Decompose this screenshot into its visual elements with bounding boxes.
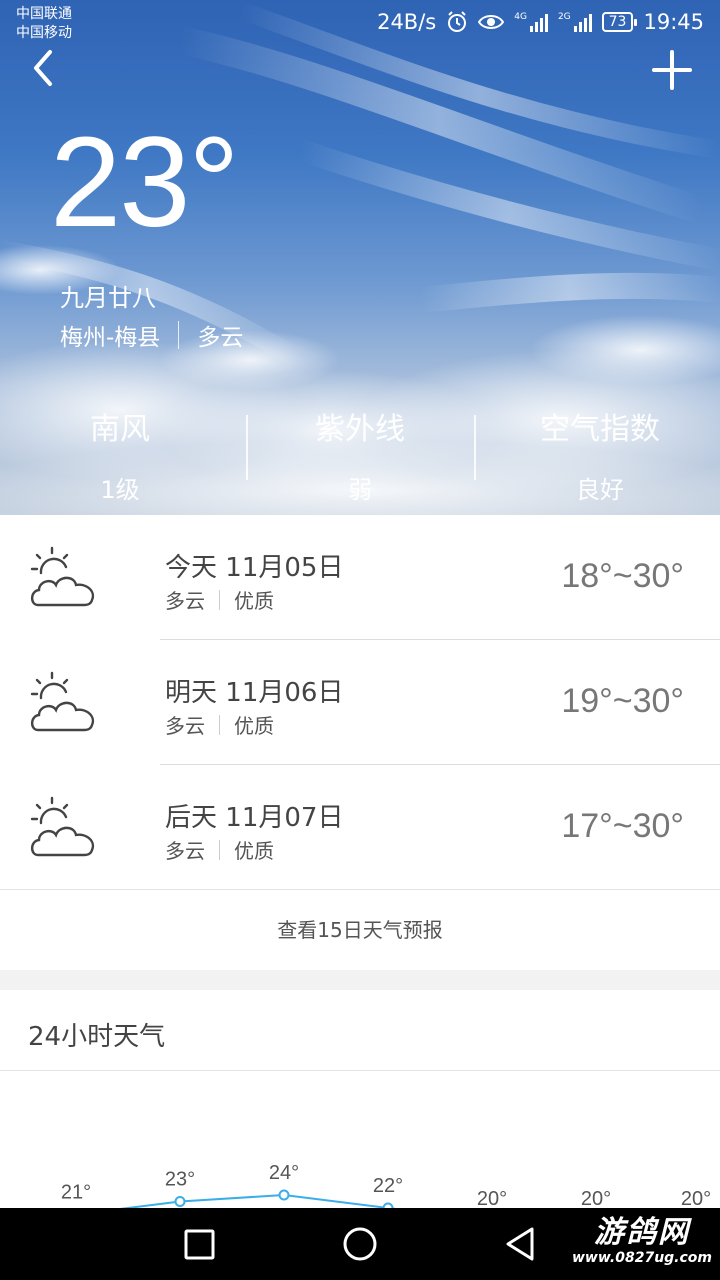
index-wind: 南风 1级: [0, 400, 240, 504]
eye-comfort-icon: [478, 15, 505, 29]
watermark-logo: 游鸽网 www.0827ug.com: [572, 1215, 712, 1267]
forecast-row-day-after[interactable]: 后天 11月07日 多云 优质 17°~30°: [0, 765, 720, 890]
forecast-row-tomorrow[interactable]: 明天 11月06日 多云 优质 19°~30°: [0, 640, 720, 765]
status-indicators: 24B/s 4G 2G 73 19:45: [377, 10, 704, 34]
index-value: 弱: [348, 476, 372, 504]
hourly-temp-label: 20°: [681, 1188, 711, 1210]
divider: [219, 589, 220, 610]
forecast-date: 11月05日: [225, 553, 344, 583]
index-value: 良好: [576, 476, 624, 504]
battery-icon: 73: [601, 12, 638, 32]
carrier-names: 中国联通 中国移动: [16, 5, 72, 43]
hourly-weather-card: 24小时天气 21° 23° 24° 22° 20° 20° 20°: [0, 990, 720, 1210]
forecast-day: 后天: [165, 803, 218, 833]
forecast-air-quality: 优质: [234, 839, 274, 863]
partly-cloudy-icon: [30, 796, 95, 857]
forecast-day-title: 今天 11月05日: [165, 547, 343, 584]
current-condition: 多云: [197, 325, 244, 351]
index-uv: 紫外线 弱: [240, 400, 480, 504]
forecast-temp-range: 18°~30°: [561, 557, 684, 595]
add-city-icon[interactable]: [650, 48, 694, 92]
hourly-temp-label: 20°: [581, 1188, 611, 1210]
system-navigation-bar: 游鸽网 www.0827ug.com: [0, 1208, 720, 1280]
lunar-date: 九月廿八: [60, 284, 156, 312]
forecast-condition: 多云: [165, 589, 205, 613]
hourly-temp-point: [278, 1189, 290, 1201]
divider: [246, 415, 248, 480]
index-value: 1级: [100, 476, 140, 504]
view-15-day-forecast-link[interactable]: 查看15日天气预报: [0, 890, 720, 970]
forecast-condition: 多云: [165, 714, 205, 738]
current-temperature: 23°: [50, 111, 240, 254]
forecast-day-title: 后天 11月07日: [165, 797, 343, 834]
weather-hero: 中国联通 中国移动 24B/s 4G 2G 73 19:45 23° 九月廿八 …: [0, 0, 720, 515]
back-triangle-icon[interactable]: [480, 1208, 560, 1280]
forecast-day: 今天: [165, 553, 218, 583]
index-title: 紫外线: [315, 412, 405, 447]
forecast-temp-range: 19°~30°: [561, 682, 684, 720]
index-air-quality: 空气指数 良好: [480, 400, 720, 504]
watermark-url: www.0827ug.com: [572, 1250, 712, 1266]
forecast-details: 多云 优质: [165, 835, 274, 864]
hourly-temp-label: 24°: [269, 1162, 299, 1184]
forecast-date: 11月07日: [225, 803, 344, 833]
partly-cloudy-icon: [30, 671, 95, 732]
forecast-temp-range: 17°~30°: [561, 807, 684, 845]
divider: [219, 714, 220, 735]
net-speed: 24B/s: [377, 10, 437, 34]
alarm-icon: [448, 11, 467, 32]
carrier-2: 中国移动: [16, 25, 72, 41]
forecast-day: 明天: [165, 678, 218, 708]
hourly-temp-label: 21°: [61, 1182, 91, 1204]
clock: 19:45: [643, 10, 704, 34]
divider: [178, 321, 180, 349]
forecast-air-quality: 优质: [234, 714, 274, 738]
network-type-2: 2G: [557, 12, 571, 22]
status-bar: 中国联通 中国移动 24B/s 4G 2G 73 19:45: [0, 0, 720, 48]
recent-apps-icon[interactable]: [160, 1208, 240, 1280]
forecast-details: 多云 优质: [165, 710, 274, 739]
divider: [219, 839, 220, 860]
forecast-list: 今天 11月05日 多云 优质 18°~30° 明天 11月06日 多云 优质: [0, 515, 720, 970]
weather-indices: 南风 1级 紫外线 弱 空气指数 良好: [0, 400, 720, 504]
hourly-temp-label: 22°: [373, 1175, 403, 1197]
signal-icon-1: 4G: [514, 12, 548, 32]
hourly-temp-label: 20°: [477, 1188, 507, 1210]
hourly-temp-label: 23°: [165, 1169, 195, 1191]
watermark-text: 游鸽网: [594, 1215, 690, 1250]
forecast-condition: 多云: [165, 839, 205, 863]
back-arrow-icon[interactable]: [24, 46, 64, 90]
forecast-date: 11月06日: [225, 678, 344, 708]
signal-icon-2: 2G: [558, 12, 592, 32]
location-row: 梅州-梅县 多云: [60, 318, 243, 352]
network-type-1: 4G: [514, 12, 527, 22]
forecast-day-title: 明天 11月06日: [165, 672, 343, 709]
index-title: 空气指数: [540, 412, 660, 447]
partly-cloudy-icon: [30, 546, 95, 607]
forecast-row-today[interactable]: 今天 11月05日 多云 优质 18°~30°: [0, 515, 720, 640]
forecast-air-quality: 优质: [234, 589, 274, 613]
divider: [474, 415, 476, 480]
location-name[interactable]: 梅州-梅县: [60, 318, 160, 352]
forecast-details: 多云 优质: [165, 585, 274, 614]
carrier-1: 中国联通: [16, 6, 72, 22]
index-title: 南风: [90, 412, 150, 447]
hourly-temp-point: [174, 1196, 186, 1207]
home-icon[interactable]: [320, 1208, 400, 1280]
hourly-temperature-chart: 21° 23° 24° 22° 20° 20° 20°: [61, 1162, 711, 1210]
